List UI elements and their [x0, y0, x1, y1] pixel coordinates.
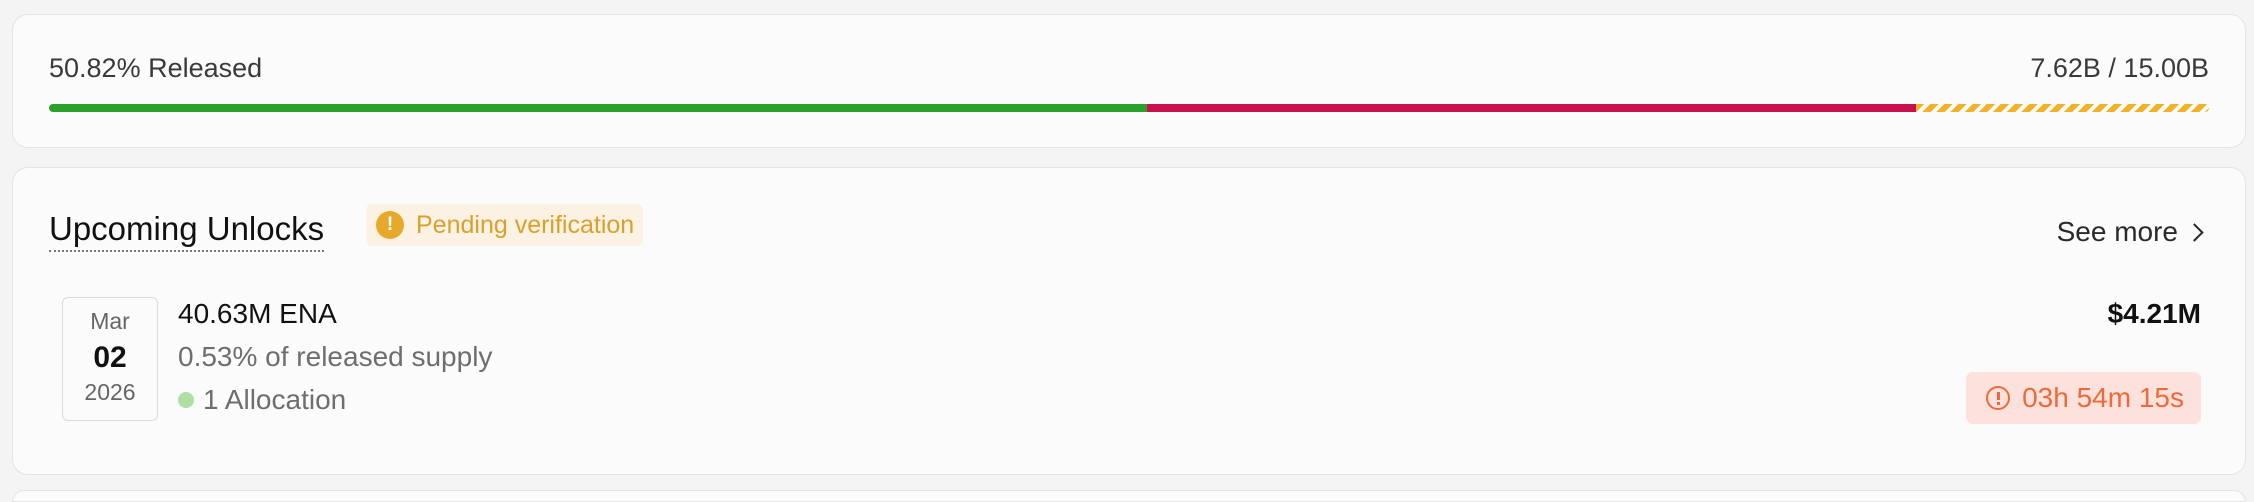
- allocation-count[interactable]: 1 Allocation: [178, 384, 346, 416]
- release-progress-bar: [49, 104, 2209, 112]
- warning-circle-icon: !: [376, 211, 404, 239]
- allocation-label: 1 Allocation: [203, 384, 347, 415]
- countdown-timer: 03h 54m 15s: [2022, 382, 2184, 413]
- countdown-badge: 03h 54m 15s: [1966, 372, 2201, 424]
- allocation-dot-icon: [178, 392, 194, 408]
- unlock-value: $4.21M: [2107, 298, 2201, 329]
- released-total: 7.62B / 15.00B: [2030, 53, 2209, 83]
- progress-remaining-segment: [1915, 104, 2209, 112]
- pending-verification-badge: ! Pending verification: [366, 204, 644, 246]
- date-month: Mar: [90, 308, 130, 334]
- alert-circle-icon: [1986, 386, 2011, 410]
- progress-allocated-segment: [1146, 104, 1916, 112]
- upcoming-unlocks-card: Upcoming Unlocks ! Pending verification …: [12, 167, 2246, 475]
- see-more-label: See more: [2056, 216, 2178, 247]
- badge-label: Pending verification: [416, 210, 635, 239]
- unlock-amount: 40.63M ENA: [178, 298, 337, 329]
- see-more-link[interactable]: See more: [2056, 216, 2204, 248]
- chevron-right-icon: [2185, 222, 2204, 242]
- release-progress-card: 50.82% Released 7.62B / 15.00B: [12, 14, 2246, 148]
- next-card-edge: [12, 490, 2246, 502]
- date-year: 2026: [84, 379, 136, 405]
- unlock-supply-percentage: 0.53% of released supply: [178, 341, 493, 372]
- progress-released-segment: [49, 104, 1147, 112]
- unlock-date: Mar 02 2026: [62, 297, 158, 421]
- released-percentage: 50.82% Released: [49, 53, 263, 83]
- upcoming-unlocks-title[interactable]: Upcoming Unlocks: [49, 210, 325, 252]
- date-day: 02: [93, 341, 127, 374]
